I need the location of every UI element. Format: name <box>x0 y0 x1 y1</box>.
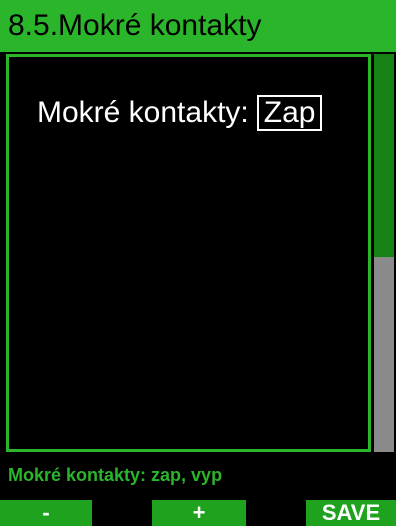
setting-value-selector[interactable]: Zap <box>256 95 323 131</box>
setting-row-wet-contacts[interactable]: Mokré kontakty: Zap <box>37 95 323 131</box>
setting-label: Mokré kontakty: <box>37 96 249 129</box>
content-panel: Mokré kontakty: Zap <box>6 54 371 452</box>
scroll-thumb[interactable] <box>374 54 394 257</box>
title-bar: 8.5.Mokré kontakty <box>0 0 396 52</box>
scroll-track[interactable] <box>374 257 394 452</box>
increase-button[interactable]: + <box>152 500 246 526</box>
save-button[interactable]: SAVE <box>306 500 396 526</box>
decrease-button[interactable]: - <box>0 500 92 526</box>
dive-computer-screen: 8.5.Mokré kontakty Mokré kontakty: Zap M… <box>0 0 396 526</box>
page-title: 8.5.Mokré kontakty <box>8 9 262 42</box>
help-text: Mokré kontakty: zap, vyp <box>8 465 223 485</box>
scrollbar[interactable] <box>372 54 396 452</box>
